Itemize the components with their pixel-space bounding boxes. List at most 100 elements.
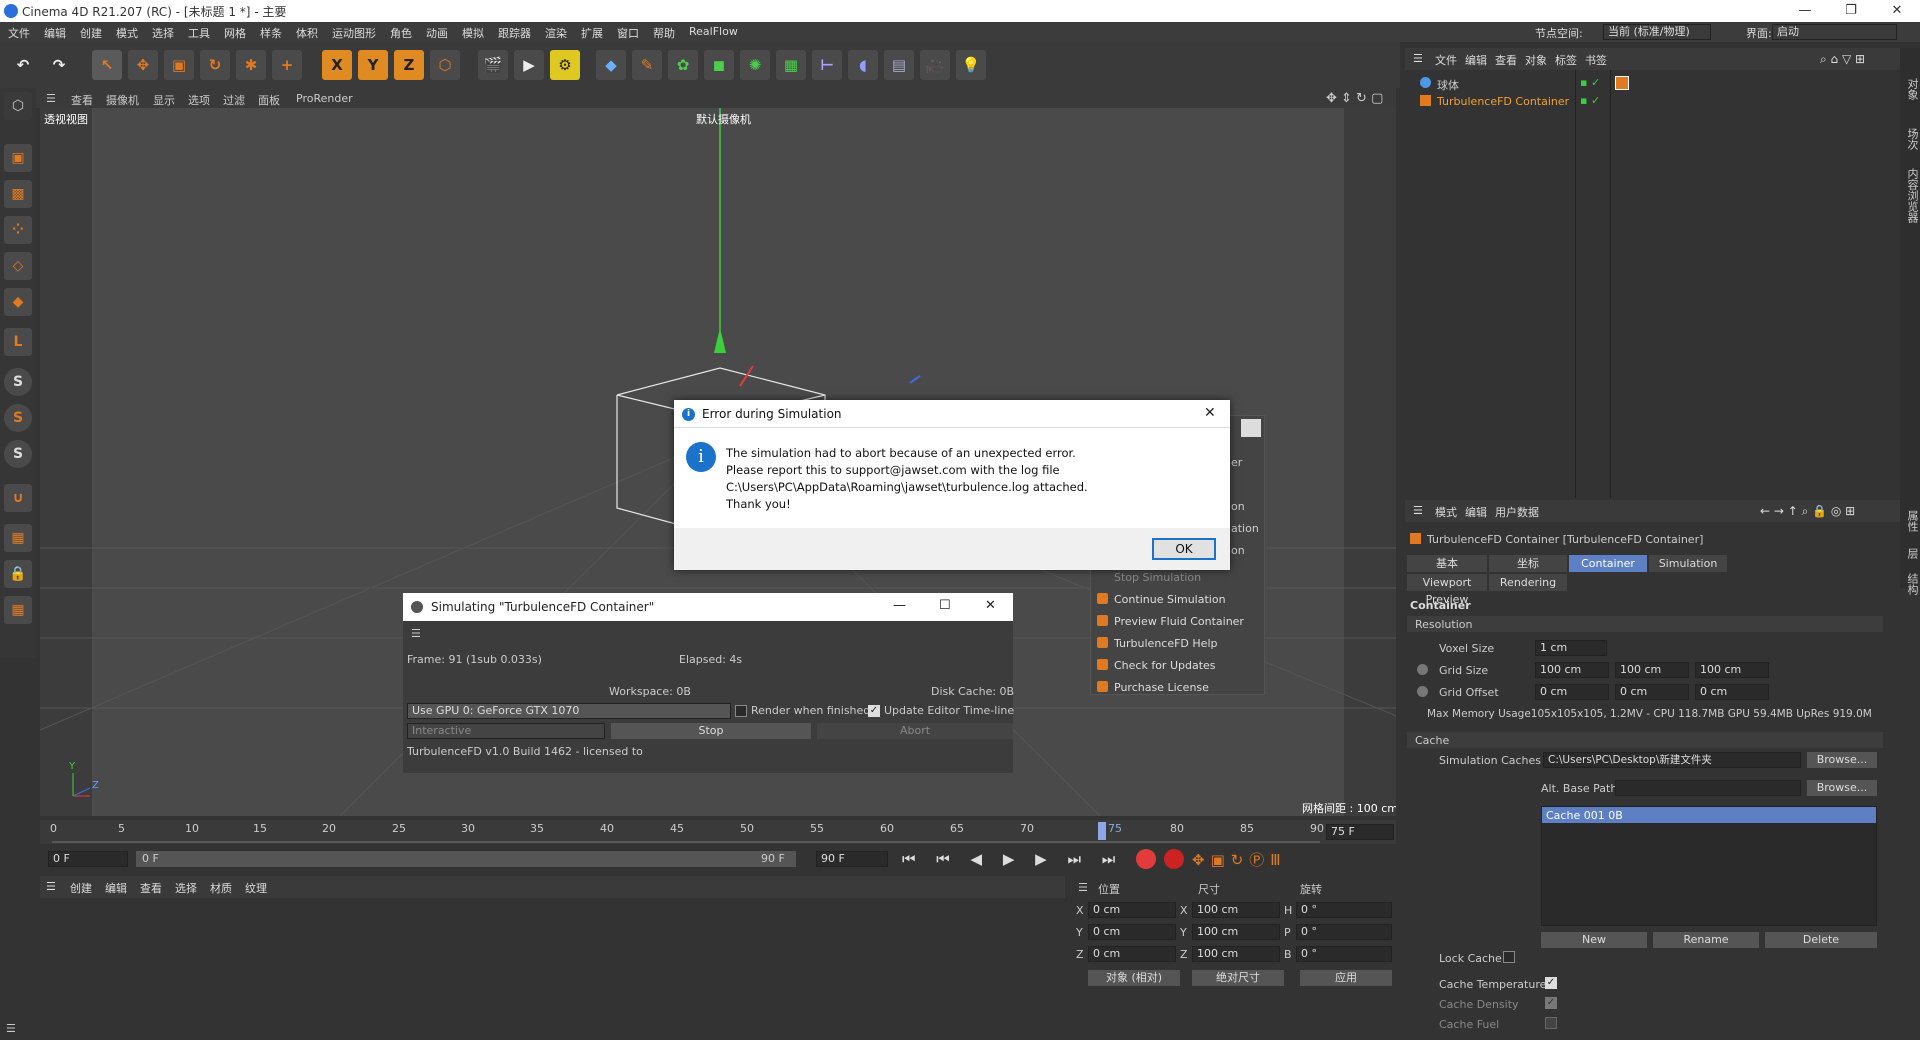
pos-y-field[interactable]: 0 cm xyxy=(1088,924,1176,940)
side-tab-structure[interactable]: 结构 xyxy=(1904,573,1920,595)
restore-button[interactable]: ❐ xyxy=(1828,0,1874,22)
camera-label[interactable]: 默认摄像机 xyxy=(696,111,751,127)
object-row-container[interactable]: TurbulenceFD Container ▪ ✓ xyxy=(1405,92,1875,110)
menu-select[interactable]: 选择 xyxy=(152,25,174,41)
keyframe-radio-icon[interactable] xyxy=(1417,686,1428,697)
visibility-icon[interactable]: ▪ ✓ xyxy=(1580,76,1600,89)
side-tab-objects[interactable]: 对象 xyxy=(1904,78,1920,100)
cache-list[interactable]: Cache 001 0B xyxy=(1541,806,1877,926)
menu-help[interactable]: 帮助 xyxy=(653,25,675,41)
menu-spline[interactable]: 样条 xyxy=(260,25,282,41)
cache-new-button[interactable]: New xyxy=(1541,932,1647,948)
minimize-button[interactable]: — xyxy=(1782,0,1828,22)
browse-button[interactable]: Browse... xyxy=(1807,752,1877,768)
sim-caches-path-field[interactable]: C:\Users\PC\Desktop\新建文件夹 xyxy=(1543,752,1801,768)
ctx-check-updates[interactable]: Check for Updates xyxy=(1091,654,1264,676)
grid-size-y-field[interactable]: 100 cm xyxy=(1615,662,1689,678)
snap-settings-icon[interactable]: S xyxy=(4,404,32,432)
ok-button[interactable]: OK xyxy=(1152,538,1216,560)
grid-size-z-field[interactable]: 100 cm xyxy=(1695,662,1769,678)
mm-menu-texture[interactable]: 纹理 xyxy=(245,880,267,896)
extrude-icon[interactable]: ◼ xyxy=(704,50,734,80)
object-name[interactable]: TurbulenceFD Container xyxy=(1437,95,1569,108)
mm-menu-create[interactable]: 创建 xyxy=(70,880,92,896)
hamburger-icon[interactable]: ☰ xyxy=(46,880,56,893)
menu-character[interactable]: 角色 xyxy=(390,25,412,41)
x-axis-icon[interactable]: X xyxy=(322,50,352,80)
coordinate-system-icon[interactable]: ⬡ xyxy=(430,50,460,80)
grid-size-x-field[interactable]: 100 cm xyxy=(1535,662,1609,678)
move-tool-icon[interactable]: ✥ xyxy=(128,50,158,80)
menu-mesh[interactable]: 网格 xyxy=(224,25,246,41)
om-menu-edit[interactable]: 编辑 xyxy=(1465,52,1487,68)
sim-stop-button[interactable]: Stop xyxy=(611,723,811,739)
key-mode-icons[interactable]: ✥▣↻ⓅⅢ xyxy=(1192,849,1287,870)
grid-offset-y-field[interactable]: 0 cm xyxy=(1615,684,1689,700)
render-picture-viewer-icon[interactable]: ▶ xyxy=(514,50,544,80)
voxel-size-field[interactable]: 1 cm xyxy=(1535,640,1607,656)
light-icon[interactable]: 💡 xyxy=(956,50,986,80)
hamburger-icon[interactable]: ☰ xyxy=(46,92,56,105)
update-timeline-checkbox[interactable]: ✓ xyxy=(868,705,880,717)
subdivision-icon[interactable]: ✿ xyxy=(668,50,698,80)
timeline-ruler[interactable]: 0 5 10 15 20 25 30 35 40 45 50 55 60 65 … xyxy=(40,820,1396,844)
keyframe-radio-icon[interactable] xyxy=(1417,664,1428,675)
menu-window[interactable]: 窗口 xyxy=(617,25,639,41)
camera-icon[interactable]: 🎥 xyxy=(920,50,950,80)
cache-temperature-checkbox[interactable]: ✓ xyxy=(1545,977,1557,989)
render-settings-icon[interactable]: ⚙ xyxy=(550,50,580,80)
z-axis-icon[interactable]: Z xyxy=(394,50,424,80)
am-menu-userdata[interactable]: 用户数据 xyxy=(1495,504,1539,520)
points-mode-icon[interactable]: ⁘ xyxy=(4,216,32,244)
make-editable-icon[interactable]: ⬡ xyxy=(4,92,32,120)
vp-menu-filter[interactable]: 过滤 xyxy=(223,92,245,108)
om-search-icons[interactable]: ⌕ ⌂ ▽ ⊞ xyxy=(1820,52,1865,67)
pos-x-field[interactable]: 0 cm xyxy=(1088,902,1176,918)
tab-viewport-preview[interactable]: Viewport Preview xyxy=(1407,574,1487,606)
workplane-icon[interactable]: ▦ xyxy=(4,524,32,552)
size-y-field[interactable]: 100 cm xyxy=(1192,924,1280,940)
ctx-continue-simulation[interactable]: Continue Simulation xyxy=(1091,588,1264,610)
solo-icon[interactable]: ▦ xyxy=(4,596,32,624)
vp-menu-options[interactable]: 选项 xyxy=(188,92,210,108)
browse-alt-button[interactable]: Browse... xyxy=(1807,780,1877,796)
start-frame-field[interactable]: 0 F xyxy=(48,851,128,867)
cache-rename-button[interactable]: Rename xyxy=(1653,932,1759,948)
deformer-icon[interactable]: ⊢ xyxy=(812,50,842,80)
cloner-icon[interactable]: ✺ xyxy=(740,50,770,80)
viewport-nav-icons[interactable]: ✥ ⇕ ↻ ▢ xyxy=(1326,91,1383,106)
add-icon[interactable]: + xyxy=(272,50,302,80)
ctx-purchase-license[interactable]: Purchase License xyxy=(1091,676,1264,698)
sim-minimize-button[interactable]: — xyxy=(893,598,906,613)
mograph-icon[interactable]: ▦ xyxy=(776,50,806,80)
redo-icon[interactable]: ↷ xyxy=(44,50,74,80)
rot-b-field[interactable]: 0 ° xyxy=(1296,946,1392,962)
tab-rendering[interactable]: Rendering xyxy=(1489,574,1567,591)
object-name[interactable]: 球体 xyxy=(1437,77,1459,93)
record-icon[interactable] xyxy=(1136,849,1156,869)
ctx-preview-fluid-container[interactable]: Preview Fluid Container xyxy=(1091,610,1264,632)
object-row-sphere[interactable]: 球体 ▪ ✓ xyxy=(1405,74,1875,92)
cube-object-icon[interactable]: ◆ xyxy=(596,50,626,80)
undo-icon[interactable]: ↶ xyxy=(8,50,38,80)
floor-icon[interactable]: ▤ xyxy=(884,50,914,80)
mm-menu-edit[interactable]: 编辑 xyxy=(105,880,127,896)
menu-mode[interactable]: 模式 xyxy=(116,25,138,41)
rot-h-field[interactable]: 0 ° xyxy=(1296,902,1392,918)
grid-offset-z-field[interactable]: 0 cm xyxy=(1695,684,1769,700)
rotate-tool-icon[interactable]: ↻ xyxy=(200,50,230,80)
workplane-snap-icon[interactable]: S xyxy=(4,440,32,468)
am-nav-icons[interactable]: ← → ↑ ⌕ 🔒 ◎ ⊞ xyxy=(1760,504,1855,519)
size-x-field[interactable]: 100 cm xyxy=(1192,902,1280,918)
tab-simulation[interactable]: Simulation xyxy=(1649,555,1727,572)
sim-mode-select[interactable]: Interactive xyxy=(407,723,605,739)
hamburger-icon[interactable]: ☰ xyxy=(6,1022,16,1035)
texture-mode-icon[interactable]: ▩ xyxy=(4,180,32,208)
field-icon[interactable]: ◖ xyxy=(848,50,878,80)
psr-tool-icon[interactable]: ✱ xyxy=(236,50,266,80)
cache-list-item[interactable]: Cache 001 0B xyxy=(1542,807,1876,823)
node-space-select[interactable]: 当前 (标准/物理) xyxy=(1603,24,1711,40)
menu-simulate[interactable]: 模拟 xyxy=(462,25,484,41)
render-when-finished-checkbox[interactable] xyxy=(735,705,747,717)
mm-menu-material[interactable]: 材质 xyxy=(210,880,232,896)
